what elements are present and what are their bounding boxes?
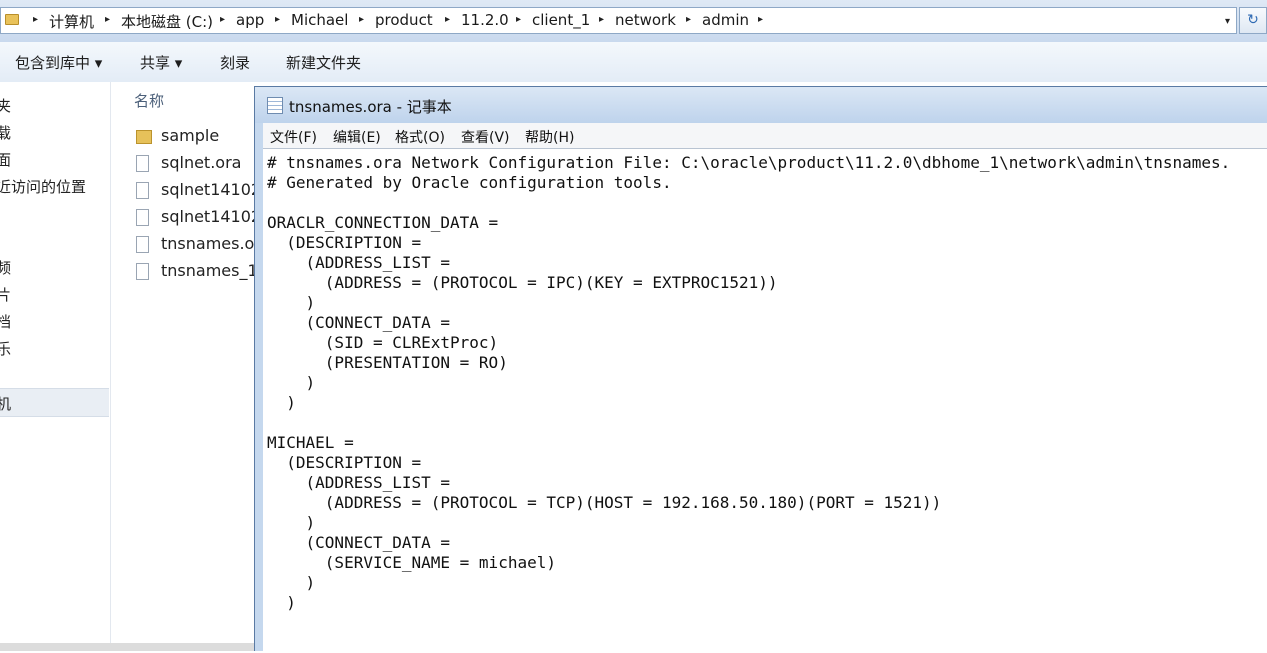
file-name: sample (161, 126, 220, 145)
breadcrumb-arrow-icon[interactable]: ▸ (275, 14, 280, 25)
column-header-name[interactable]: 名称 (134, 90, 164, 111)
menu-bar: 文件(F) 编辑(E) 格式(O) 查看(V) 帮助(H) (263, 123, 1267, 149)
address-box[interactable]: ▸ 计算机 ▸ 本地磁盘 (C:) ▸ app ▸ Michael ▸ prod… (0, 7, 1237, 34)
nav-item-favorites[interactable]: 夹 (0, 95, 11, 116)
window-title: tnsnames.ora - 记事本 (289, 98, 452, 116)
breadcrumb-arrow-icon[interactable]: ▸ (220, 14, 225, 25)
menu-format[interactable]: 格式(O) (395, 127, 445, 147)
nav-item-recent-places[interactable]: 近访问的位置 (0, 176, 86, 197)
breadcrumb-drive-c[interactable]: 本地磁盘 (C:) (121, 11, 213, 32)
nav-item-downloads[interactable]: 载 (0, 122, 11, 143)
breadcrumb-app[interactable]: app (236, 11, 264, 29)
nav-item-computer[interactable]: 机 (0, 393, 11, 414)
address-dropdown-icon[interactable]: ▾ (1225, 16, 1230, 27)
breadcrumb-network[interactable]: network (615, 11, 676, 29)
text-editor[interactable]: # tnsnames.ora Network Configuration Fil… (263, 148, 1267, 653)
share-button[interactable]: 共享 ▾ (140, 52, 182, 73)
nav-selected-highlight (0, 388, 109, 417)
breadcrumb-arrow-icon[interactable]: ▸ (105, 14, 110, 25)
nav-item-pictures[interactable]: 片 (0, 284, 11, 305)
breadcrumb-arrow-icon[interactable]: ▸ (445, 14, 450, 25)
file-icon (136, 182, 149, 199)
breadcrumb-michael[interactable]: Michael (291, 11, 348, 29)
menu-edit[interactable]: 编辑(E) (333, 127, 381, 147)
breadcrumb-version[interactable]: 11.2.0 (461, 11, 509, 29)
nav-item-videos[interactable]: 频 (0, 257, 11, 278)
folder-icon (136, 130, 152, 144)
breadcrumb-admin[interactable]: admin (702, 11, 749, 29)
navigation-pane: 夹 载 面 近访问的位置 频 片 档 乐 机 (0, 82, 111, 651)
folder-icon (5, 14, 19, 25)
menu-help[interactable]: 帮助(H) (525, 127, 574, 147)
notepad-titlebar[interactable]: tnsnames.ora - 记事本 (255, 87, 1267, 123)
burn-button[interactable]: 刻录 (220, 52, 250, 73)
refresh-button[interactable]: ↻ (1239, 7, 1267, 34)
breadcrumb-product[interactable]: product (375, 11, 433, 29)
notepad-window: tnsnames.ora - 记事本 文件(F) 编辑(E) 格式(O) 查看(… (254, 86, 1267, 653)
breadcrumb-arrow-icon[interactable]: ▸ (33, 14, 38, 25)
nav-item-desktop[interactable]: 面 (0, 149, 11, 170)
breadcrumb-computer[interactable]: 计算机 (49, 11, 94, 32)
explorer-address-bar: ▸ 计算机 ▸ 本地磁盘 (C:) ▸ app ▸ Michael ▸ prod… (0, 0, 1267, 42)
notepad-icon (267, 97, 283, 114)
menu-file[interactable]: 文件(F) (270, 127, 317, 147)
file-name: sqlnet.ora (161, 153, 242, 172)
breadcrumb-arrow-icon[interactable]: ▸ (359, 14, 364, 25)
breadcrumb-client[interactable]: client_1 (532, 11, 590, 29)
breadcrumb-arrow-icon[interactable]: ▸ (599, 14, 604, 25)
explorer-toolbar: 包含到库中 ▾ 共享 ▾ 刻录 新建文件夹 (0, 42, 1267, 83)
new-folder-button[interactable]: 新建文件夹 (286, 52, 361, 73)
menu-view[interactable]: 查看(V) (461, 127, 510, 147)
file-icon (136, 209, 149, 226)
breadcrumb-arrow-icon[interactable]: ▸ (686, 14, 691, 25)
breadcrumb-arrow-icon[interactable]: ▸ (758, 14, 763, 25)
file-icon (136, 236, 149, 253)
file-icon (136, 263, 149, 280)
breadcrumb-arrow-icon[interactable]: ▸ (516, 14, 521, 25)
file-content[interactable]: # tnsnames.ora Network Configuration Fil… (267, 153, 1230, 613)
nav-item-documents[interactable]: 档 (0, 311, 11, 332)
nav-item-music[interactable]: 乐 (0, 338, 11, 359)
include-in-library-button[interactable]: 包含到库中 ▾ (15, 52, 102, 73)
file-icon (136, 155, 149, 172)
